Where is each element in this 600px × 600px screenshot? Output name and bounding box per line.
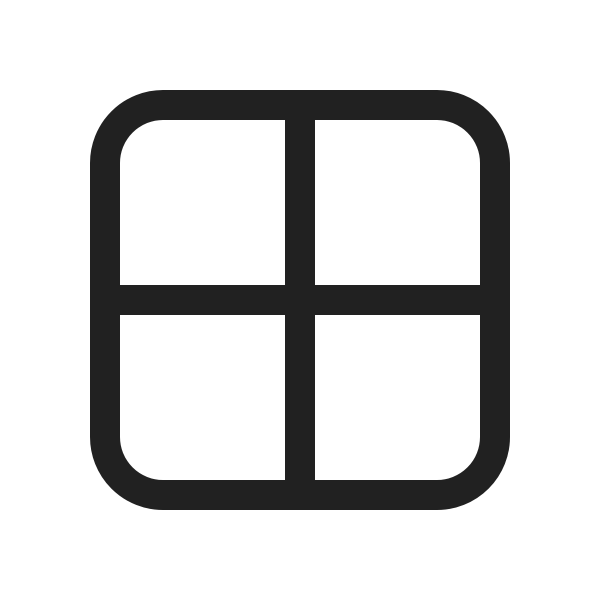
- grid-icon-container: [0, 0, 600, 600]
- grid-icon: [90, 90, 510, 510]
- icon-canvas: [0, 0, 600, 600]
